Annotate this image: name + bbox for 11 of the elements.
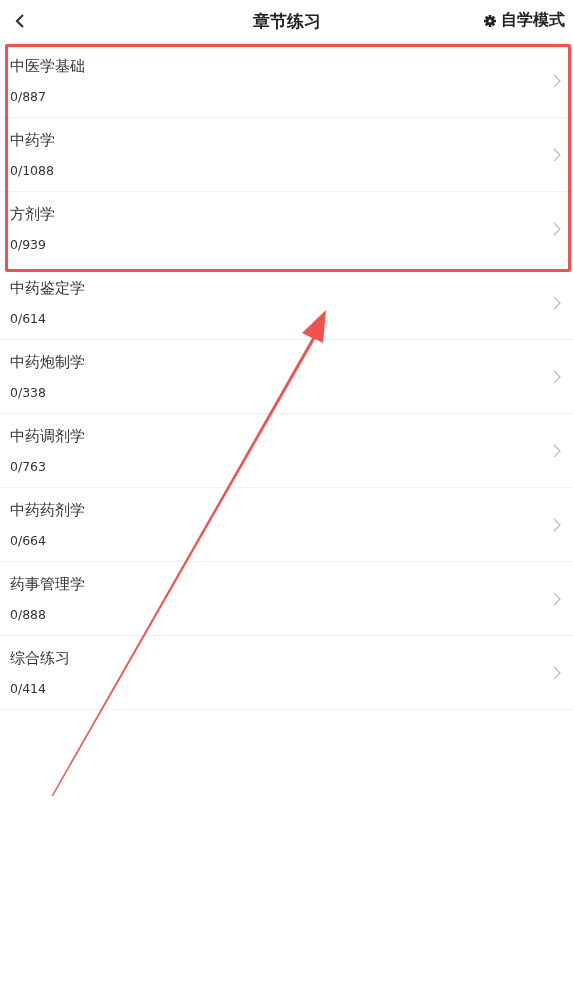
chapter-name: 中药炮制学 [10,353,86,372]
chapter-name: 方剂学 [10,205,56,224]
chapter-name: 中药药剂学 [10,501,86,520]
chapter-name: 中药鉴定学 [10,279,86,298]
page-title: 章节练习 [252,9,321,33]
chapter-name: 中药调剂学 [10,427,86,446]
chapter-name: 综合练习 [10,649,71,668]
chapter-name: 中药学 [10,131,56,150]
chapter-name: 中医学基础 [10,57,86,76]
chapter-progress: 0/414 [10,681,48,696]
chapter-name: 药事管理学 [10,575,86,594]
